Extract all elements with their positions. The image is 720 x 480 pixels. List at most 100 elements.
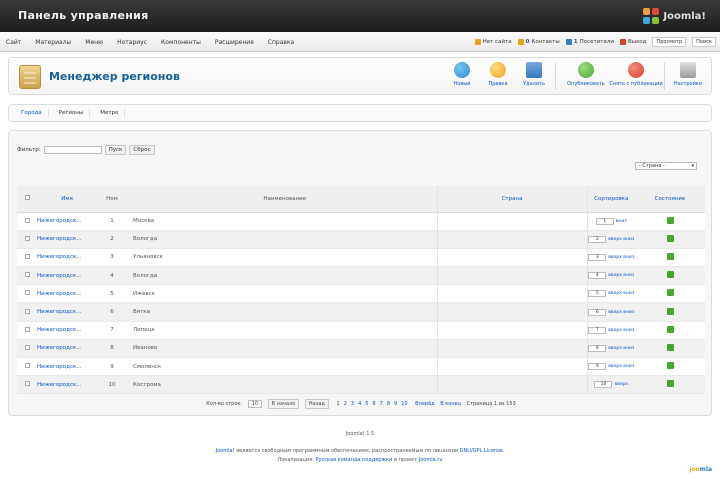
order-input[interactable]: 5 (588, 290, 607, 298)
search-box[interactable]: Поиск (692, 37, 716, 47)
menu-item-content[interactable]: Материалы (35, 39, 71, 46)
delete-button[interactable]: Удалить (517, 62, 551, 87)
row-status[interactable] (635, 248, 705, 268)
order-input[interactable]: 3 (588, 253, 607, 261)
row-checkbox[interactable] (17, 357, 37, 377)
menu-item-help[interactable]: Справка (268, 39, 294, 46)
order-input[interactable]: 10 (594, 381, 613, 389)
row-checkbox[interactable] (17, 339, 37, 359)
page-number[interactable]: 5 (365, 401, 368, 407)
page-number[interactable]: 10 (401, 401, 407, 407)
order-arrows[interactable]: вверх вниз (608, 255, 634, 260)
status-offline[interactable]: Нет сайта (474, 39, 512, 45)
last-page-button[interactable]: В конец (440, 401, 461, 407)
row-checkbox[interactable] (17, 284, 37, 304)
row-checkbox[interactable] (17, 321, 37, 340)
published-check-icon[interactable] (666, 289, 674, 297)
country-select[interactable]: - Страна - (635, 162, 697, 170)
page-number[interactable]: 3 (351, 401, 354, 407)
menu-item-menu[interactable]: Меню (85, 39, 103, 46)
row-name-link[interactable]: Нижегородск... (37, 321, 97, 340)
menu-item-notary[interactable]: Нотариус (117, 39, 147, 46)
filter-input[interactable] (43, 146, 102, 154)
published-check-icon[interactable] (666, 234, 674, 242)
published-check-icon[interactable] (666, 216, 674, 224)
order-input[interactable]: 6 (588, 308, 607, 316)
page-number[interactable]: 7 (380, 401, 383, 407)
row-checkbox[interactable] (17, 248, 37, 268)
row-checkbox[interactable] (17, 266, 37, 286)
row-status[interactable] (635, 339, 705, 359)
order-input[interactable]: 7 (588, 326, 607, 334)
order-input[interactable]: 9 (588, 363, 607, 371)
row-status[interactable] (635, 321, 705, 340)
row-checkbox[interactable] (17, 302, 37, 322)
row-name-link[interactable]: Нижегородск... (37, 357, 97, 377)
row-name-link[interactable]: Нижегородск... (37, 230, 97, 249)
status-logout[interactable]: Выход (619, 39, 646, 45)
row-status[interactable] (635, 302, 705, 322)
published-check-icon[interactable] (666, 343, 674, 351)
tab-cities[interactable]: Города (15, 109, 49, 117)
header-checkbox[interactable] (17, 186, 37, 213)
order-arrows[interactable]: вверх вниз (608, 310, 634, 315)
page-number[interactable]: 8 (387, 401, 390, 407)
footer-license-link[interactable]: GNU/GPL License. (460, 448, 505, 454)
order-arrows[interactable]: вверх (614, 382, 628, 387)
footer-project-link[interactable]: Joomla.ru (419, 457, 443, 463)
row-status[interactable] (635, 284, 705, 304)
header-name[interactable]: Имя (37, 186, 97, 213)
publish-button[interactable]: Опубликовать (562, 62, 610, 87)
status-messages[interactable]: 0 Контакты (517, 39, 560, 45)
row-status[interactable] (635, 212, 705, 231)
menu-item-site[interactable]: Сайт (6, 39, 21, 46)
new-button[interactable]: Новый (445, 62, 479, 87)
published-check-icon[interactable] (666, 271, 674, 279)
order-input[interactable]: 2 (588, 235, 607, 243)
settings-button[interactable]: Настройки (671, 62, 705, 87)
row-name-link[interactable]: Нижегородск... (37, 284, 97, 304)
row-name-link[interactable]: Нижегородск... (37, 248, 97, 268)
row-checkbox[interactable] (17, 230, 37, 249)
order-arrows[interactable]: вверх вниз (608, 346, 634, 351)
page-number[interactable]: 6 (372, 401, 375, 407)
status-visitors[interactable]: 1 Посетители (565, 39, 614, 45)
order-arrows[interactable]: вверх вниз (608, 273, 634, 278)
header-num[interactable]: Ном (97, 186, 127, 213)
page-number[interactable]: 9 (394, 401, 397, 407)
filter-go-button[interactable]: Пуск (104, 145, 127, 155)
row-status[interactable] (635, 357, 705, 377)
row-name-link[interactable]: Нижегородск... (37, 302, 97, 322)
filter-reset-button[interactable]: Сброс (129, 145, 155, 155)
row-name-link[interactable]: Нижегородск... (37, 266, 97, 286)
row-status[interactable] (635, 230, 705, 249)
tab-metro[interactable]: Метро (94, 109, 126, 117)
published-check-icon[interactable] (666, 252, 674, 260)
order-arrows[interactable]: вверх вниз (608, 328, 634, 333)
published-check-icon[interactable] (666, 362, 674, 370)
page-number[interactable]: 2 (344, 401, 347, 407)
published-check-icon[interactable] (666, 307, 674, 315)
next-page-button[interactable]: Вперёд (415, 401, 434, 407)
row-checkbox[interactable] (17, 212, 37, 231)
header-status[interactable]: Состояние (635, 186, 705, 213)
header-country[interactable]: Страна (437, 186, 588, 213)
header-title[interactable]: Наименование (127, 186, 438, 213)
row-status[interactable] (635, 375, 705, 395)
prev-page-button[interactable]: Назад (304, 399, 329, 409)
tab-regions[interactable]: Регионы (53, 109, 91, 117)
order-arrows[interactable]: вверх вниз (608, 237, 634, 242)
edit-button[interactable]: Правка (481, 62, 515, 87)
order-arrows[interactable]: вниз (616, 219, 627, 224)
menu-item-components[interactable]: Компоненты (161, 39, 201, 46)
menu-item-extensions[interactable]: Расширения (215, 39, 254, 46)
row-status[interactable] (635, 266, 705, 286)
order-input[interactable]: 8 (588, 344, 607, 352)
order-input[interactable]: 4 (588, 272, 607, 280)
footer-team-link[interactable]: Русская команда поддержки (316, 457, 393, 463)
order-arrows[interactable]: вверх вниз (608, 291, 634, 296)
published-check-icon[interactable] (666, 380, 674, 388)
order-arrows[interactable]: вверх вниз (608, 364, 634, 369)
row-name-link[interactable]: Нижегородск... (37, 375, 97, 395)
footer-joomla-link[interactable]: Joomla! (216, 448, 235, 454)
